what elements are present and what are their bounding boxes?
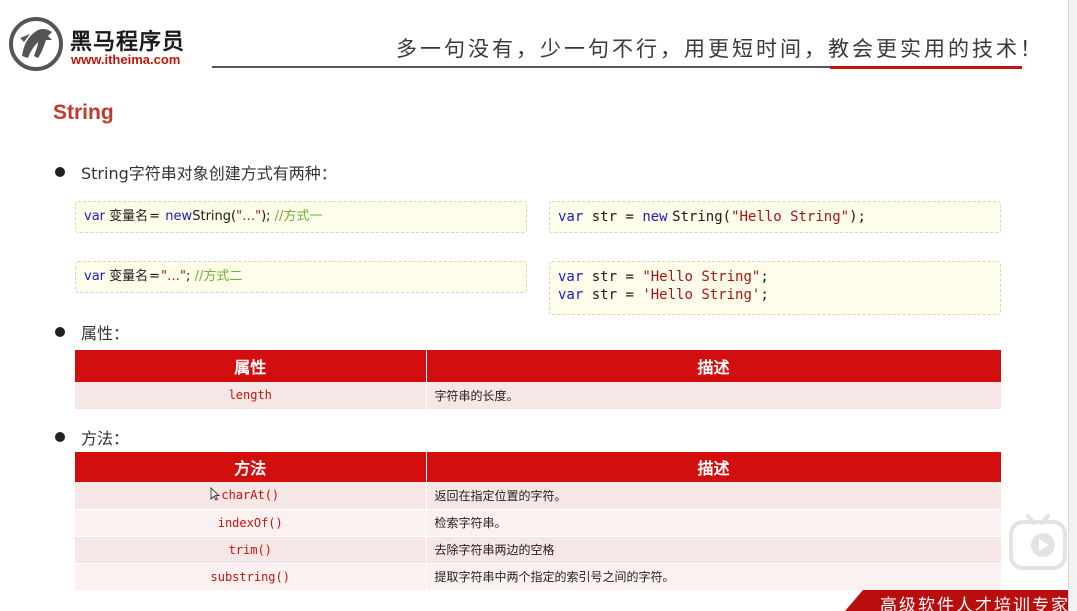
method-name: charAt(): [75, 482, 427, 510]
method-desc: 返回在指定位置的字符。: [426, 482, 1002, 510]
horse-logo-icon: [9, 17, 63, 71]
code-line: var str = 'Hello String';: [558, 286, 992, 304]
code-keyword: var: [558, 209, 584, 225]
bullet-create: String字符串对象创建方式有两种：: [55, 160, 337, 184]
code-text: ;: [186, 269, 191, 284]
footer-text: 高级软件人才培训专家: [880, 596, 1070, 611]
method-desc: 去除字符串两边的空格: [426, 536, 1002, 564]
code-text: str =: [591, 209, 634, 225]
play-icon[interactable]: [1008, 510, 1068, 572]
bullet-dot: [55, 167, 65, 177]
code-keyword: var: [558, 287, 584, 303]
method-desc: 提取字符串中两个指定的索引号之间的字符。: [426, 563, 1002, 591]
bullet-methods-text: 方法：: [81, 429, 130, 448]
header-divider: [212, 66, 832, 68]
code-comment: //方式一: [274, 209, 323, 224]
code-string: "…": [236, 209, 262, 224]
table-header: 属性: [75, 350, 427, 382]
methods-table: 方法 描述 charAt() 返回在指定位置的字符。 indexOf() 检索字…: [75, 452, 1002, 591]
bullet-props: 属性：: [55, 320, 129, 344]
code-text: String(: [192, 209, 237, 224]
code-text: ;: [760, 269, 769, 285]
code-text: str =: [591, 269, 634, 285]
code-text: );: [261, 209, 271, 224]
code-text: 变量名: [109, 269, 149, 284]
page-title: String: [53, 101, 114, 124]
code-string: 'Hello String': [642, 287, 761, 303]
method-name: substring(): [75, 563, 427, 591]
mouse-cursor-icon: [210, 487, 220, 501]
window-edge: [1068, 0, 1077, 611]
table-header: 描述: [426, 452, 1002, 482]
code-comment: //方式二: [194, 269, 243, 284]
bullet-create-text: String字符串对象创建方式有两种：: [81, 164, 337, 183]
code-keyword: var: [558, 269, 584, 285]
code-example-2: var str = "Hello String"; var str = 'Hel…: [549, 261, 1001, 315]
property-desc: 字符串的长度。: [426, 382, 1002, 410]
table-header: 方法: [75, 452, 427, 482]
property-name: length: [75, 382, 427, 410]
code-syntax-1: var 变量名= new String("…"); //方式一: [75, 201, 527, 233]
code-keyword: var: [84, 269, 106, 284]
table-row: substring() 提取字符串中两个指定的索引号之间的字符。: [75, 563, 1002, 591]
table-row: trim() 去除字符串两边的空格: [75, 536, 1002, 564]
code-keyword: new: [165, 209, 193, 224]
code-example-1: var str = new String("Hello String");: [549, 201, 1001, 233]
bullet-dot: [55, 432, 65, 442]
code-syntax-2: var 变量名="…"; //方式二: [75, 261, 527, 293]
method-desc: 检索字符串。: [426, 509, 1002, 537]
code-text: String(: [672, 209, 732, 225]
slogan: 多一句没有，少一句不行，用更短时间，教会更实用的技术！: [396, 37, 1044, 61]
table-row: indexOf() 检索字符串。: [75, 509, 1002, 537]
table-row: length 字符串的长度。: [75, 382, 1002, 410]
code-text: );: [849, 209, 866, 225]
method-name: trim(): [75, 536, 427, 564]
code-string: "…": [161, 269, 187, 284]
code-string: "Hello String": [642, 269, 761, 285]
code-text: ;: [760, 287, 769, 303]
method-name: indexOf(): [75, 509, 427, 537]
code-text: =: [149, 209, 161, 224]
brand-url: www.itheima.com: [71, 52, 181, 67]
bullet-methods: 方法：: [55, 425, 129, 449]
header-accent-divider: [830, 66, 1022, 69]
properties-table: 属性 描述 length 字符串的长度。: [75, 350, 1002, 410]
code-text: =: [149, 269, 161, 284]
table-header-row: 方法 描述: [75, 452, 1002, 482]
table-header-row: 属性 描述: [75, 350, 1002, 382]
code-text: 变量名: [109, 209, 149, 224]
code-text: str =: [591, 287, 634, 303]
code-keyword: var: [84, 209, 106, 224]
bullet-dot: [55, 327, 65, 337]
code-string: "Hello String": [731, 209, 850, 225]
bullet-props-text: 属性：: [81, 324, 130, 343]
table-header: 描述: [426, 350, 1002, 382]
code-keyword: new: [642, 209, 668, 225]
code-line: var str = "Hello String";: [558, 268, 992, 286]
